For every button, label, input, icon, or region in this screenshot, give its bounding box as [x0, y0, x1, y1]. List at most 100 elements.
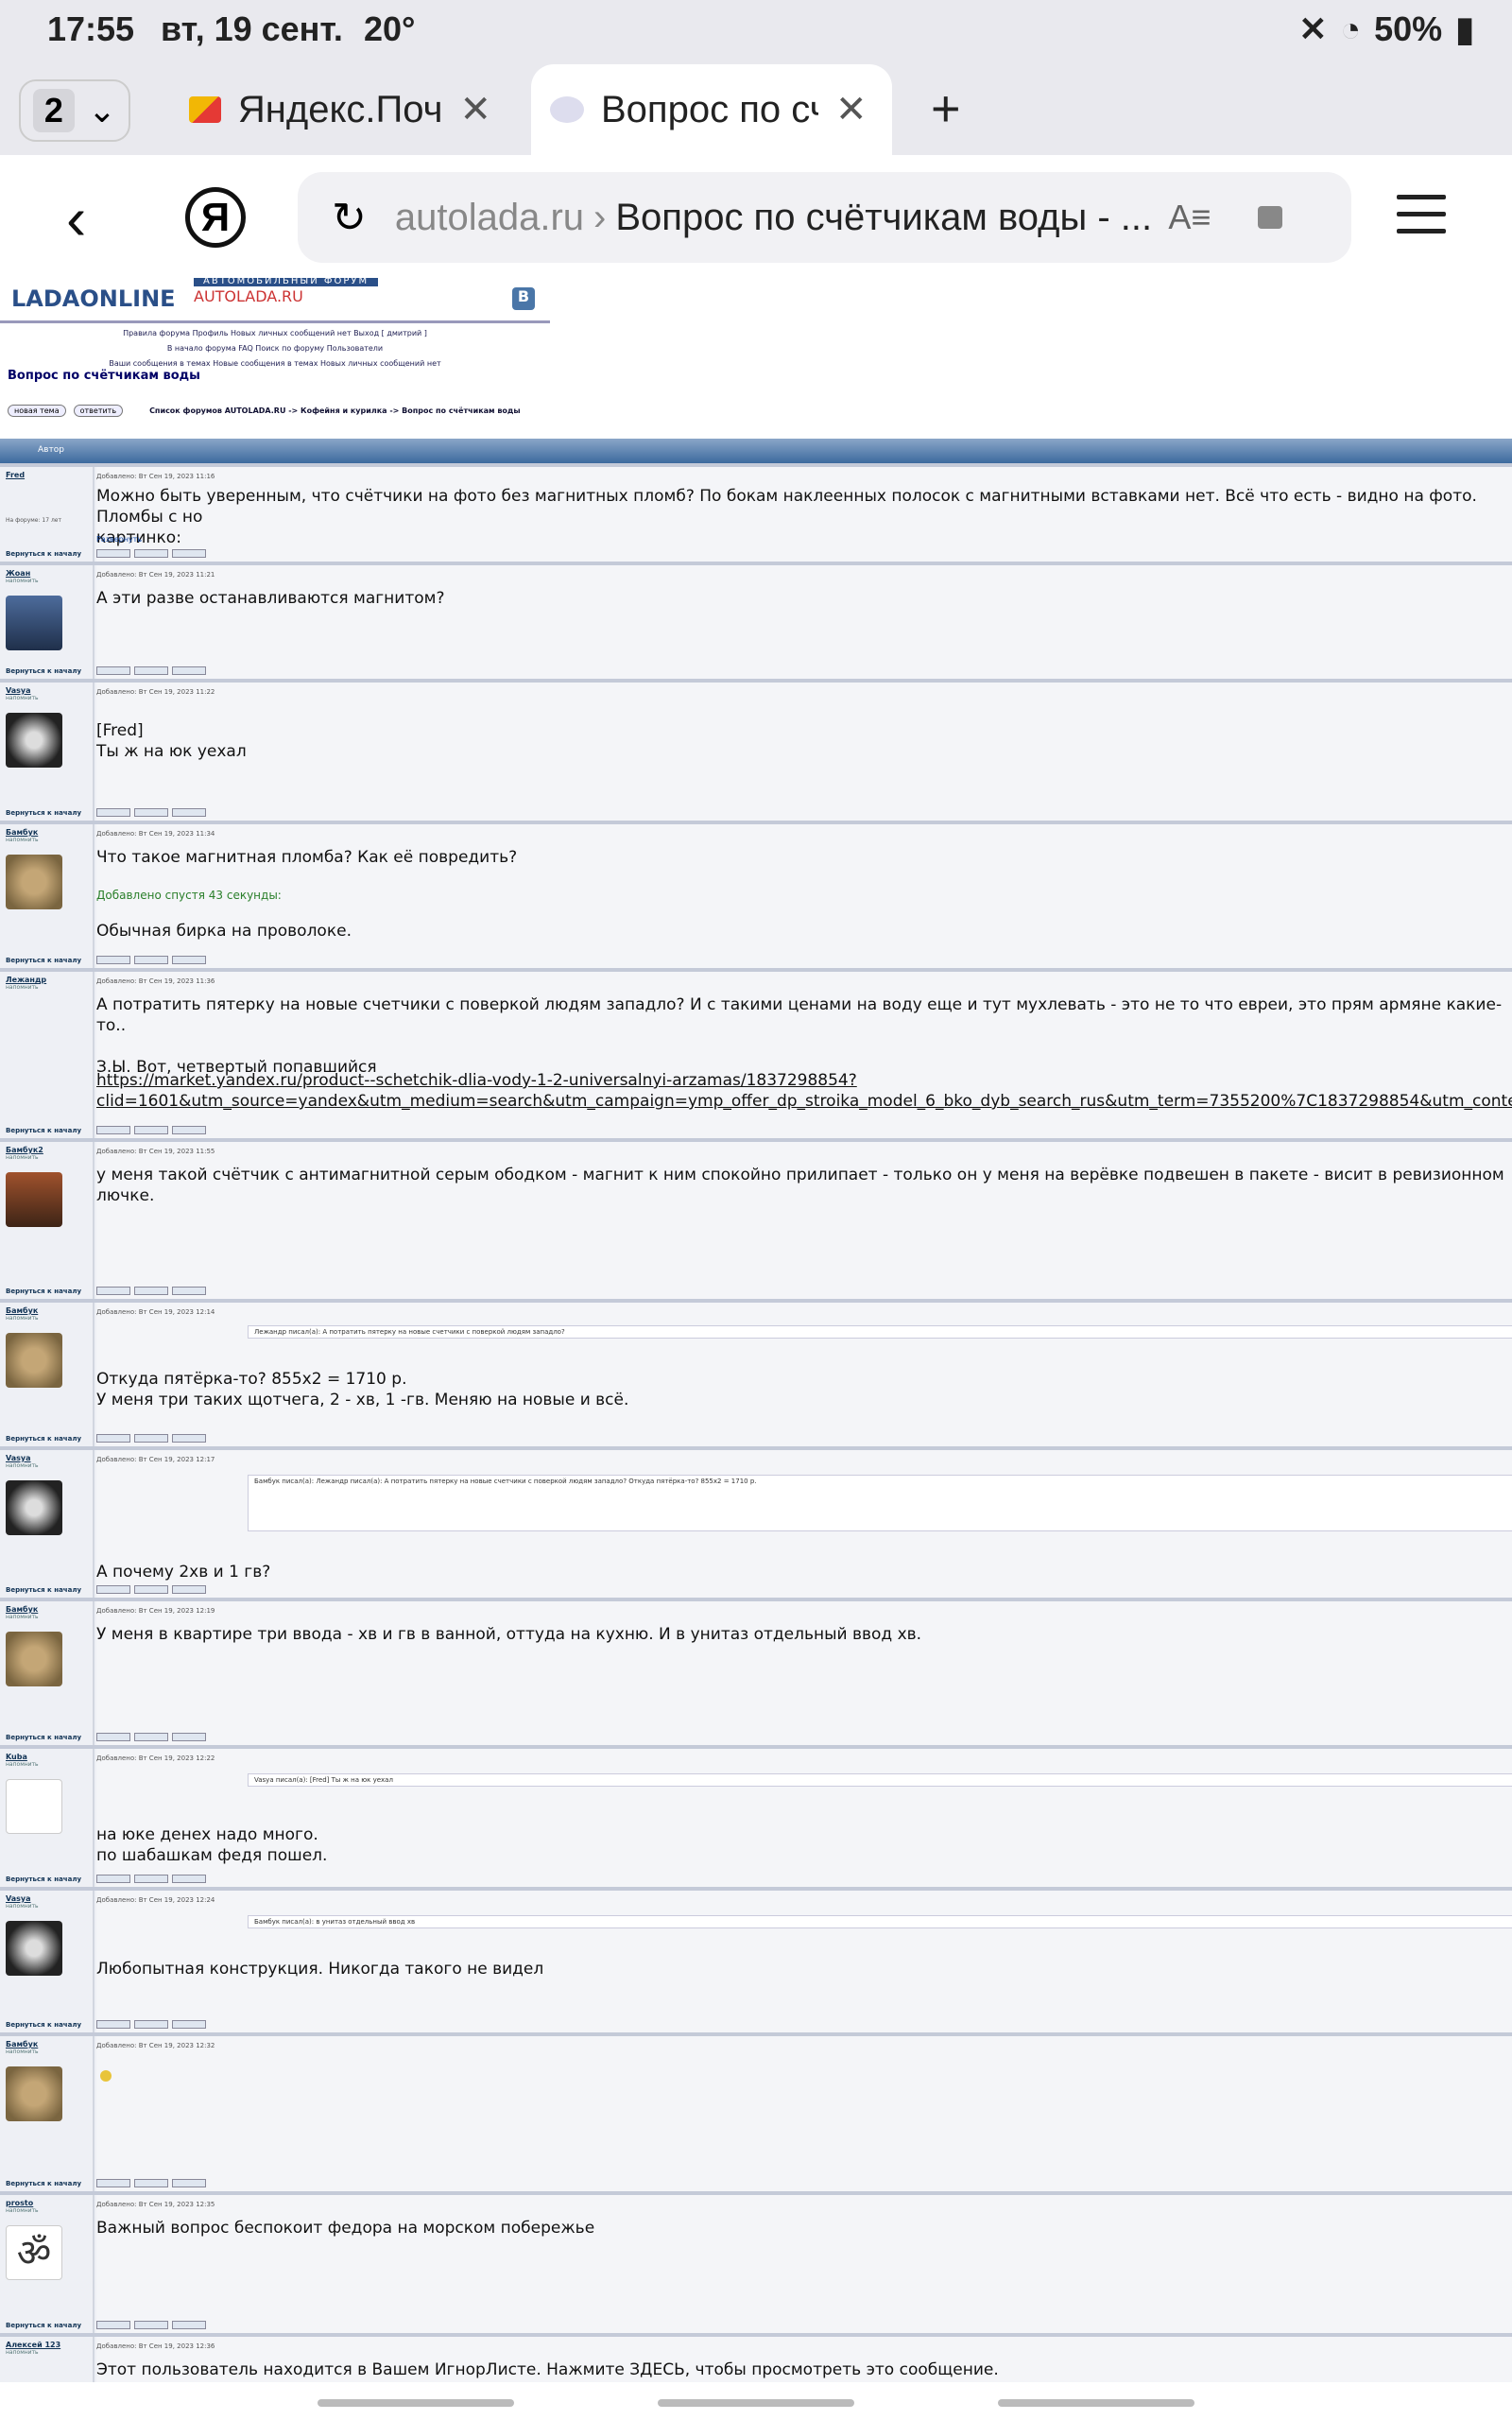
back-to-top-link[interactable]: Вернуться к началу [6, 1127, 81, 1134]
back-to-top-link[interactable]: Вернуться к началу [6, 957, 81, 964]
post-meta: Добавлено: Вт Сен 19, 2023 12:19 [96, 1607, 215, 1615]
nav-pill-left[interactable] [318, 2399, 514, 2407]
back-to-top-link[interactable]: Вернуться к началу [6, 1586, 81, 1594]
back-to-top-link[interactable]: Вернуться к началу [6, 1435, 81, 1443]
profile-button[interactable] [134, 1733, 168, 1741]
quote-button[interactable] [96, 549, 130, 558]
profile-button[interactable] [134, 1434, 168, 1443]
profile-button[interactable] [134, 956, 168, 964]
profile-button[interactable] [134, 2321, 168, 2329]
post-author[interactable]: Vasya [6, 686, 87, 695]
tab-active-question[interactable]: Вопрос по счётчикам воды ✕ [531, 64, 892, 155]
profile-button[interactable] [134, 2020, 168, 2029]
post-author[interactable]: Vasya [6, 1894, 87, 1903]
back-button[interactable]: ‹ [66, 183, 86, 253]
yandex-logo-button[interactable]: Я [185, 187, 246, 248]
pm-button[interactable] [172, 1287, 206, 1295]
profile-button[interactable] [134, 1287, 168, 1295]
pm-button[interactable] [172, 1733, 206, 1741]
back-to-top-link[interactable]: Вернуться к началу [6, 809, 81, 817]
market-link[interactable]: https://market.yandex.ru/product--schetc… [96, 1070, 1512, 1112]
quote-button[interactable] [96, 1126, 130, 1134]
nav-links-2[interactable]: В начало форума FAQ Поиск по форуму Поль… [0, 344, 550, 353]
quote-button[interactable] [96, 956, 130, 964]
close-tab-icon[interactable]: ✕ [835, 88, 868, 131]
back-to-top-link[interactable]: Вернуться к началу [6, 550, 81, 558]
pm-button[interactable] [172, 2179, 206, 2187]
quote-button[interactable] [96, 1733, 130, 1741]
new-topic-button[interactable]: новая тема [8, 405, 66, 417]
reply-button[interactable]: ответить [73, 405, 124, 417]
avatar [6, 1632, 62, 1686]
back-to-top-link[interactable]: Вернуться к началу [6, 1734, 81, 1741]
post-author[interactable]: Бамбук [6, 2040, 87, 2048]
pm-button[interactable] [172, 2321, 206, 2329]
pm-button[interactable] [172, 1434, 206, 1443]
post-author[interactable]: Бамбук2 [6, 1146, 87, 1154]
post-author[interactable]: Fred [6, 471, 87, 479]
post-author[interactable]: Kuba [6, 1753, 87, 1761]
post-author[interactable]: Алексей 123 [6, 2341, 87, 2349]
vk-icon[interactable]: B [512, 287, 535, 310]
menu-button[interactable] [1397, 195, 1446, 246]
quote-button[interactable] [96, 2020, 130, 2029]
nav-links-1[interactable]: Правила форума Профиль Новых личных сооб… [0, 329, 550, 337]
quote-button[interactable] [96, 666, 130, 675]
profile-button[interactable] [134, 1585, 168, 1594]
post-author[interactable]: Бамбук [6, 828, 87, 837]
profile-button[interactable] [134, 1875, 168, 1883]
breadcrumb[interactable]: Список форумов AUTOLADA.RU -> Кофейня и … [149, 406, 521, 415]
topic-title[interactable]: Вопрос по счётчикам воды [8, 369, 200, 383]
nav-pill-right[interactable] [998, 2399, 1194, 2407]
profile-button[interactable] [134, 666, 168, 675]
tab-yandex-mail[interactable]: Яндекс.Почта ✕ [170, 64, 510, 155]
back-to-top-link[interactable]: Вернуться к началу [6, 667, 81, 675]
ignored-post-text[interactable]: Этот пользователь находится в Вашем Игно… [96, 2360, 999, 2380]
post-author[interactable]: Бамбук [6, 1605, 87, 1614]
pm-button[interactable] [172, 666, 206, 675]
quote-button[interactable] [96, 1434, 130, 1443]
tab-title: Яндекс.Почта [237, 88, 443, 130]
nav-pill-center[interactable] [658, 2399, 854, 2407]
avatar [6, 1921, 62, 1976]
pm-button[interactable] [172, 2020, 206, 2029]
profile-button[interactable] [134, 2179, 168, 2187]
expand-link[interactable]: Развернуть [96, 529, 142, 550]
quote-button[interactable] [96, 808, 130, 817]
pm-button[interactable] [172, 1875, 206, 1883]
back-to-top-link[interactable]: Вернуться к началу [6, 2180, 81, 2187]
back-to-top-link[interactable]: Вернуться к началу [6, 1288, 81, 1295]
profile-button[interactable] [134, 1126, 168, 1134]
post-author[interactable]: Vasya [6, 1454, 87, 1462]
reader-mode-icon[interactable]: A≡ [1168, 198, 1211, 237]
site-logo[interactable]: АВТОМОБИЛЬНЫЙ ФОРУМ LADAONLINE AUTOLADA.… [0, 278, 550, 323]
tab-switcher-button[interactable]: 2 ⌄ [19, 79, 130, 142]
quote-button[interactable] [96, 2321, 130, 2329]
post-buttons [96, 549, 206, 558]
pm-button[interactable] [172, 1126, 206, 1134]
close-tab-icon[interactable]: ✕ [459, 88, 491, 131]
new-tab-button[interactable]: + [931, 79, 961, 138]
pm-button[interactable] [172, 1585, 206, 1594]
pm-button[interactable] [172, 808, 206, 817]
address-bar[interactable]: ↻ autolada.ru › Вопрос по счётчикам воды… [298, 172, 1351, 263]
post-author[interactable]: Лежандр [6, 976, 87, 984]
pm-button[interactable] [172, 549, 206, 558]
back-to-top-link[interactable]: Вернуться к началу [6, 1876, 81, 1883]
quote-button[interactable] [96, 2179, 130, 2187]
reload-icon[interactable]: ↻ [332, 194, 367, 242]
post-author[interactable]: prosto [6, 2199, 87, 2207]
author-rank: напомнить [6, 578, 39, 584]
profile-button[interactable] [134, 808, 168, 817]
profile-button[interactable] [134, 549, 168, 558]
quote-button[interactable] [96, 1287, 130, 1295]
post: Бамбук2 напомнить Вернуться к началу Доб… [0, 1138, 1512, 1299]
post-author[interactable]: Жоан [6, 569, 87, 578]
nav-links-3[interactable]: Ваши сообщения в темах Новые сообщения в… [0, 359, 550, 368]
post-author[interactable]: Бамбук [6, 1306, 87, 1315]
quote-button[interactable] [96, 1875, 130, 1883]
back-to-top-link[interactable]: Вернуться к началу [6, 2322, 81, 2329]
quote-button[interactable] [96, 1585, 130, 1594]
back-to-top-link[interactable]: Вернуться к началу [6, 2021, 81, 2029]
pm-button[interactable] [172, 956, 206, 964]
